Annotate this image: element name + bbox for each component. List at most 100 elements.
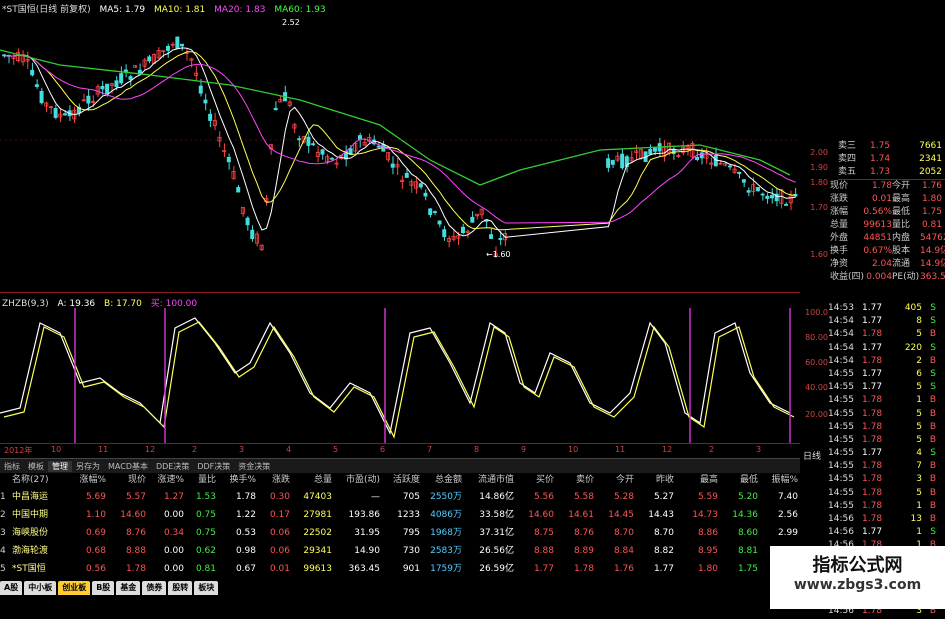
column-header[interactable]: 现价 (106, 472, 146, 488)
column-header[interactable]: 买价 (514, 472, 554, 488)
indicator-tab[interactable]: DDE决策 (152, 461, 193, 472)
column-header[interactable]: 卖价 (554, 472, 594, 488)
date-tick: 8 (474, 445, 480, 454)
column-header[interactable]: 总量 (290, 472, 332, 488)
table-row[interactable]: 5 *ST国恒 0.56 1.78 0.00 0.81 0.67 0.01 99613 363.4… (0, 560, 800, 578)
table-cell: 1.77 (653, 564, 674, 574)
table-cell: 31.95 (354, 528, 380, 538)
market-tab[interactable]: 中小板 (24, 581, 57, 595)
stock-name[interactable]: 海峡股份 (12, 524, 68, 542)
stock-table[interactable]: 名称(27) 涨幅% 现价 涨速% 量比 换手% 涨跌 总量 市盈(动) 活跃度 总金额 流通市值 买价… (0, 472, 800, 578)
quote-detail-cell: 1.78 (871, 181, 892, 191)
row-index: 2 (0, 510, 6, 520)
ask-vol: 2052 (919, 167, 942, 177)
table-row[interactable]: 3 海峡股份 0.69 8.76 0.34 0.75 0.53 0.06 22502 31.95 7… (0, 524, 800, 542)
stock-name[interactable]: 中昌海运 (12, 488, 68, 506)
stock-name[interactable]: 渤海轮渡 (12, 542, 68, 560)
date-tick: 11 (98, 445, 109, 454)
column-header[interactable]: 活跃度 (380, 472, 420, 488)
ask-row: 卖三 1.75 7661 (838, 140, 945, 153)
date-tick: 10 (568, 445, 579, 454)
tick-cell: 1.78 (862, 461, 883, 472)
column-header[interactable]: 最低 (718, 472, 758, 488)
table-row[interactable]: 2 中国中期 1.10 14.60 0.00 0.75 1.22 0.17 27981 193.8… (0, 506, 800, 524)
tick-cell: 14:54 (828, 355, 854, 366)
tick-cell: 8 (916, 316, 922, 327)
candle (77, 103, 82, 117)
column-header[interactable]: 换手% (216, 472, 256, 488)
tick-row: 14:55 1.78 5 B (828, 421, 945, 434)
candle (30, 62, 35, 77)
table-cell: 1.78 (235, 492, 256, 502)
column-header[interactable]: 今开 (594, 472, 634, 488)
market-tab[interactable]: 股转 (168, 581, 193, 595)
table-cell: 14.43 (648, 510, 674, 520)
candle (240, 206, 245, 217)
table-cell: 8.76 (573, 528, 594, 538)
indicator-tab[interactable]: MACD基本 (104, 461, 152, 472)
market-tab[interactable]: 基金 (116, 581, 141, 595)
table-cell: 8.84 (613, 546, 634, 556)
column-header[interactable]: 市盈(动) (332, 472, 380, 488)
ask-vol: 2341 (919, 154, 942, 164)
quote-detail-cell: 收益(四) (830, 272, 865, 282)
quote-detail-cell: 363.5 (920, 272, 945, 282)
tick-cell: B (929, 474, 936, 485)
indicator-tab[interactable]: 模板 (24, 461, 48, 472)
indicator-tab[interactable]: 资金决策 (234, 461, 274, 472)
tick-cell: 1.78 (862, 514, 883, 524)
candle (746, 187, 751, 197)
indicator-tab[interactable]: 指标 (0, 461, 24, 472)
market-tab[interactable]: B股 (92, 581, 115, 595)
indicator-tab[interactable]: 另存为 (72, 461, 104, 472)
candle (156, 47, 161, 59)
quote-detail-cell: 0.67% (863, 246, 892, 256)
tick-cell: 1.78 (862, 474, 883, 485)
candle (409, 179, 414, 193)
candle (48, 105, 53, 115)
tick-cell: 14:55 (828, 382, 854, 393)
stock-name[interactable]: 中国中期 (12, 506, 68, 524)
quote-detail: 现价 1.78 今开 1.76 涨跌 0.01 最高 1.80 涨幅 0.56% 最低 1.75 总量 9… (830, 180, 945, 284)
column-header[interactable]: 涨幅% (68, 472, 106, 488)
table-cell: 1.78 (125, 564, 146, 574)
market-tab[interactable]: 板块 (194, 581, 219, 595)
tick-cell: 1 (916, 500, 922, 511)
stock-name[interactable]: *ST国恒 (12, 560, 68, 578)
tick-cell: 405 (904, 303, 922, 313)
price-low-label: ←1.60 (486, 250, 511, 259)
column-header[interactable]: 最高 (674, 472, 718, 488)
candlestick-chart[interactable] (0, 0, 800, 293)
date-tick: 12 (662, 445, 673, 454)
quote-detail-cell: 1.80 (921, 194, 942, 204)
ind-name: ZHZB(9,3) (2, 299, 49, 309)
column-header[interactable]: 涨跌 (256, 472, 290, 488)
market-tab[interactable]: 创业板 (58, 581, 91, 595)
table-row[interactable]: 4 渤海轮渡 0.68 8.88 0.00 0.62 0.98 0.06 29341 14.90 7… (0, 542, 800, 560)
tick-cell: 5 (916, 408, 922, 419)
column-header[interactable]: 量比 (184, 472, 216, 488)
column-header[interactable]: 名称(27) (0, 472, 68, 488)
quote-detail-cell: 净资 (830, 259, 849, 269)
market-tab[interactable]: 债券 (142, 581, 167, 595)
column-header[interactable]: 总金额 (420, 472, 462, 488)
table-body: 1 中昌海运 5.69 5.57 1.27 1.53 1.78 0.30 47403—705 25… (0, 488, 800, 578)
column-header[interactable]: 振幅% (758, 472, 798, 488)
candle (259, 244, 264, 251)
tick-cell: 220 (904, 342, 922, 353)
candle (400, 175, 405, 189)
column-header[interactable]: 流通市值 (462, 472, 514, 488)
candle (709, 157, 714, 169)
indicator-tab[interactable]: DDF决策 (193, 461, 234, 472)
table-row[interactable]: 1 中昌海运 5.69 5.57 1.27 1.53 1.78 0.30 47403 — 705 25… (0, 488, 800, 506)
column-header[interactable]: 昨收 (634, 472, 674, 488)
period-label[interactable]: 日线 (803, 449, 821, 462)
date-tick: 2 (192, 445, 198, 454)
indicator-tab[interactable]: 管理 (48, 460, 72, 472)
candle (484, 219, 489, 228)
zhzb-indicator-chart[interactable] (0, 293, 800, 443)
tick-cell: 1.77 (862, 448, 883, 459)
table-cell: 0.01 (269, 564, 290, 574)
market-tab[interactable]: A股 (0, 581, 23, 595)
column-header[interactable]: 涨速% (146, 472, 184, 488)
